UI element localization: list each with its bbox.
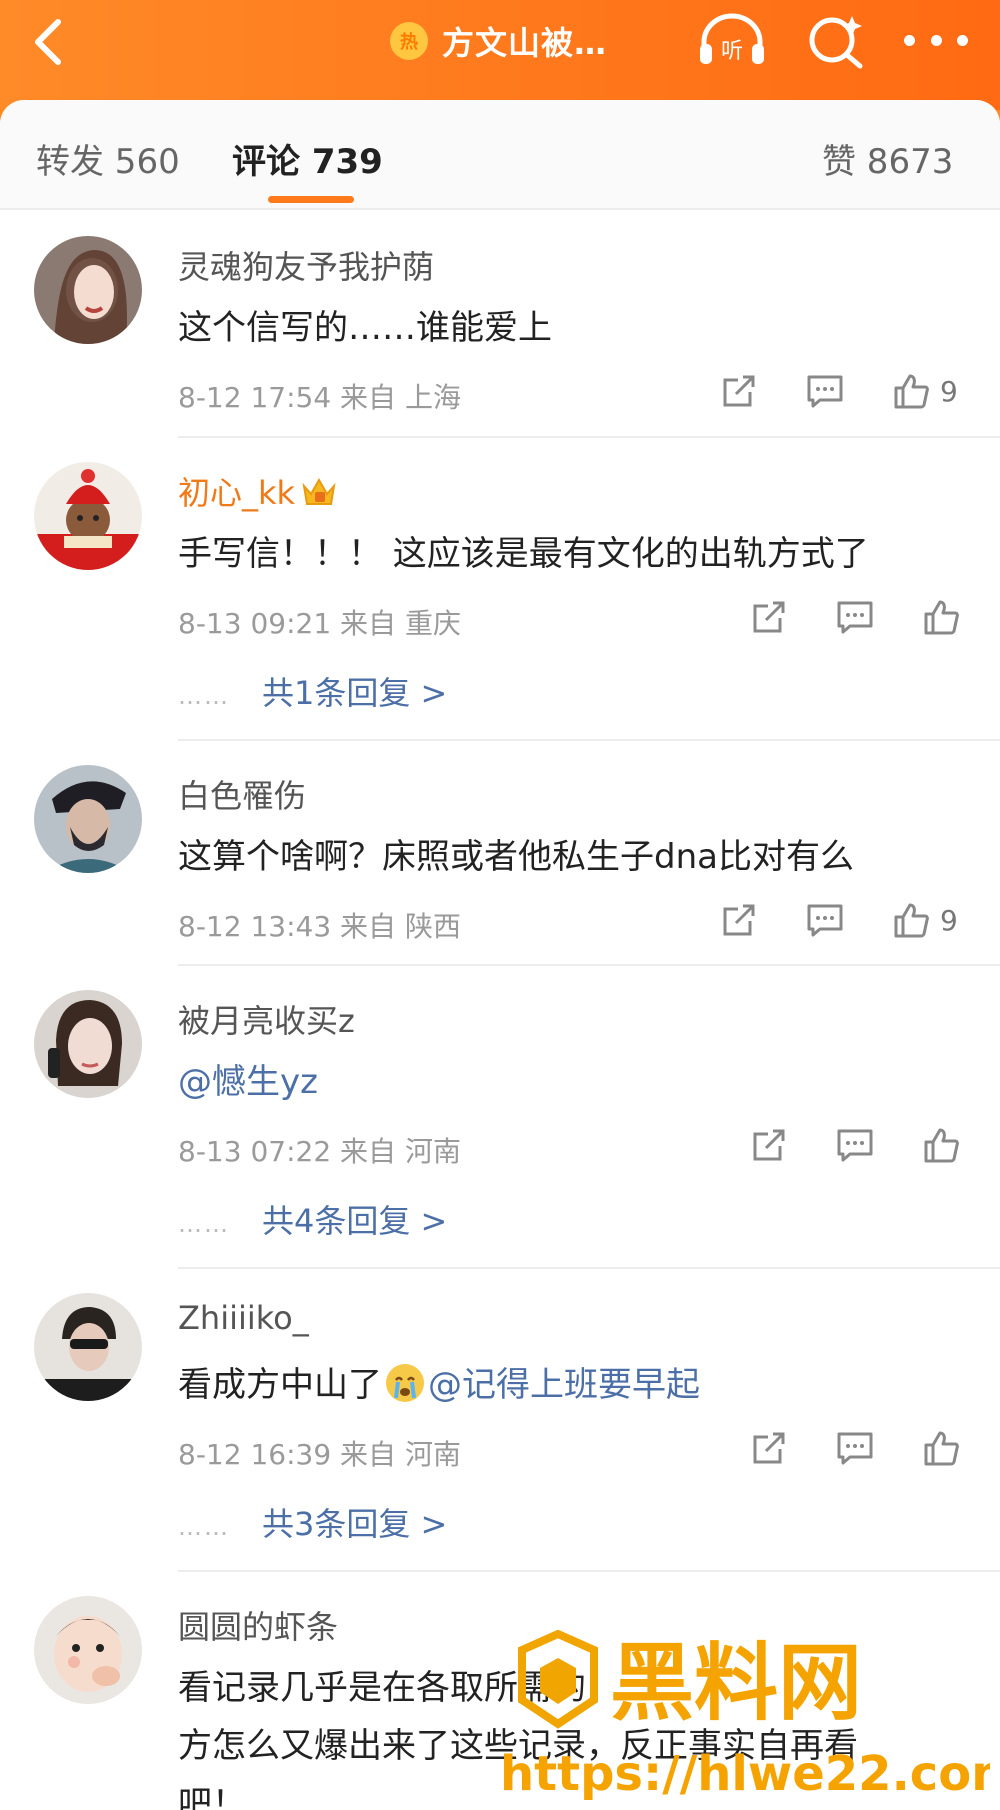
watermark-brand-mark: [518, 1630, 598, 1729]
watermark-logo: 黑料网 https://hlwe22.com: [500, 1630, 990, 1802]
comment-text: 看成方中山了 @记得上班要早起: [178, 1357, 700, 1406]
username[interactable]: 圆圆的虾条: [178, 1602, 338, 1648]
comment-icon[interactable]: [836, 1429, 874, 1467]
like-icon[interactable]: [922, 598, 960, 636]
like-count: 9: [940, 374, 958, 408]
comment-sheet: 转发 560 评论 739 赞 8673 灵魂狗友予我护荫 这个信写的……谁能爱…: [0, 100, 1000, 1810]
comment-meta: 8-12 13:43 来自 陕西: [178, 910, 461, 943]
active-tab-indicator: [268, 196, 354, 203]
tab-likes[interactable]: 赞 8673: [822, 134, 953, 183]
username[interactable]: 灵魂狗友予我护荫: [178, 242, 434, 288]
headphones-icon[interactable]: 听: [696, 12, 768, 68]
more-icon[interactable]: [904, 26, 968, 54]
share-icon[interactable]: [720, 372, 758, 410]
reply-dots: ……: [178, 1210, 230, 1238]
share-icon[interactable]: [750, 1126, 788, 1164]
avatar[interactable]: [34, 765, 142, 873]
like-icon[interactable]: [892, 901, 930, 939]
comment-text: 这算个啥啊？床照或者他私生子dna比对有么: [178, 837, 854, 877]
crying-emoji-icon: [386, 1364, 424, 1402]
comment-text[interactable]: @憾生yz: [178, 1054, 318, 1103]
comment-meta: 8-13 09:21 来自 重庆: [178, 607, 461, 640]
search-icon[interactable]: [806, 10, 868, 70]
username-text: 初心_kk: [178, 474, 296, 512]
comment-icon[interactable]: [836, 1126, 874, 1164]
vip-crown-icon: [302, 477, 336, 505]
comment-item: 初心_kk 手写信！！！ 这应该是最有文化的出轨方式了 8-13 09:21 来…: [0, 438, 1000, 741]
username[interactable]: 白色罹伤: [178, 771, 306, 817]
avatar[interactable]: [34, 990, 142, 1098]
share-icon[interactable]: [750, 598, 788, 636]
reply-dots: ……: [178, 682, 230, 710]
like-icon[interactable]: [892, 372, 930, 410]
mention-link[interactable]: @记得上班要早起: [428, 1365, 700, 1405]
comment-list: 灵魂狗友予我护荫 这个信写的……谁能爱上 8-12 17:54 来自 上海 9 …: [0, 212, 1000, 1810]
comment-meta: 8-12 17:54 来自 上海: [178, 381, 461, 414]
tab-comments[interactable]: 评论 739: [232, 134, 383, 183]
comment-meta: 8-13 07:22 来自 河南: [178, 1135, 461, 1168]
comment-item: Zhiiiiko_ 看成方中山了 @记得上班要早起 8-12 16:39 来自 河…: [0, 1269, 1000, 1572]
watermark-url: https://hlwe22.com: [500, 1746, 990, 1802]
comment-item: 灵魂狗友予我护荫 这个信写的……谁能爱上 8-12 17:54 来自 上海 9: [0, 212, 1000, 438]
share-icon[interactable]: [750, 1429, 788, 1467]
comment-item: 白色罹伤 这算个啥啊？床照或者他私生子dna比对有么 8-12 13:43 来自…: [0, 741, 1000, 966]
comment-icon[interactable]: [836, 598, 874, 636]
comment-item: 被月亮收买z @憾生yz 8-13 07:22 来自 河南 …… 共4条回复 >: [0, 966, 1000, 1269]
watermark-brand: 黑料网: [610, 1634, 862, 1732]
comment-actions: 9: [720, 372, 958, 410]
back-icon[interactable]: [28, 14, 68, 70]
like-icon[interactable]: [922, 1126, 960, 1164]
username[interactable]: 被月亮收买z: [178, 996, 355, 1042]
listen-label: 听: [721, 39, 743, 64]
tab-reposts[interactable]: 转发 560: [36, 134, 180, 183]
username[interactable]: Zhiiiiko_: [178, 1299, 309, 1337]
like-icon[interactable]: [922, 1429, 960, 1467]
comment-actions: 9: [720, 901, 958, 939]
comment-text: 这个信写的……谁能爱上: [178, 308, 552, 348]
reply-count: 共3条回复 >: [262, 1505, 448, 1543]
comment-actions: [750, 598, 960, 636]
title-area[interactable]: 热 方文山被…: [390, 16, 607, 66]
share-icon[interactable]: [720, 901, 758, 939]
reply-count: 共4条回复 >: [262, 1202, 448, 1240]
page-title: 方文山被…: [442, 24, 608, 62]
tab-bar: 转发 560 评论 739 赞 8673: [0, 100, 1000, 210]
comment-meta: 8-12 16:39 来自 河南: [178, 1438, 461, 1471]
reply-count: 共1条回复 >: [262, 674, 448, 712]
comment-text: 手写信！！！ 这应该是最有文化的出轨方式了: [178, 534, 869, 574]
view-replies-link[interactable]: …… 共3条回复 >: [178, 1499, 447, 1545]
comment-actions: [750, 1126, 960, 1164]
view-replies-link[interactable]: …… 共4条回复 >: [178, 1196, 447, 1242]
avatar[interactable]: [34, 462, 142, 570]
comment-text-line-3: 吧！: [178, 1784, 246, 1810]
avatar[interactable]: [34, 1293, 142, 1401]
top-bar: 热 方文山被… 听: [0, 0, 1000, 110]
view-replies-link[interactable]: …… 共1条回复 >: [178, 668, 447, 714]
username[interactable]: 初心_kk: [178, 468, 337, 514]
like-count: 9: [940, 903, 958, 937]
comment-icon[interactable]: [806, 372, 844, 410]
comment-actions: [750, 1429, 960, 1467]
comment-text-part: 看成方中山了: [178, 1365, 382, 1405]
comment-icon[interactable]: [806, 901, 844, 939]
avatar[interactable]: [34, 236, 142, 344]
hot-badge: 热: [390, 22, 428, 60]
reply-dots: ……: [178, 1513, 230, 1541]
avatar[interactable]: [34, 1596, 142, 1704]
